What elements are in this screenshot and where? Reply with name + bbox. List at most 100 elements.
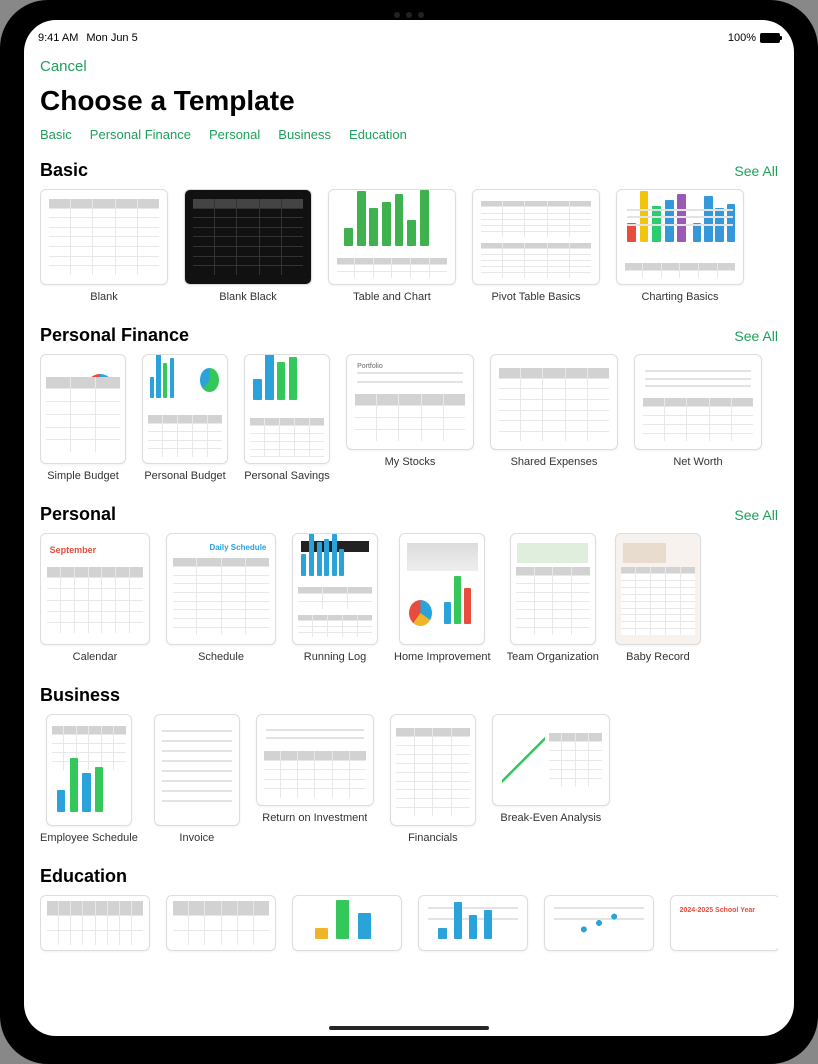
template-label-table-and-chart: Table and Chart (353, 291, 431, 303)
template-gpa-calculator[interactable] (292, 895, 402, 951)
template-thumbnail-employee-schedule[interactable] (46, 714, 132, 826)
template-thumbnail-schedule[interactable]: Daily Schedule (166, 533, 276, 645)
template-net-worth[interactable]: Net Worth (634, 354, 762, 482)
template-baby-record[interactable]: Baby Record (615, 533, 701, 663)
template-employee-schedule[interactable]: Employee Schedule (40, 714, 138, 844)
template-thumbnail-correlation-project[interactable] (544, 895, 654, 951)
screen: 9:41 AM Mon Jun 5 100% Cancel Choose a T… (24, 20, 794, 1036)
template-label-schedule: Schedule (198, 651, 244, 663)
template-label-baby-record: Baby Record (626, 651, 690, 663)
template-thumbnail-net-worth[interactable] (634, 354, 762, 450)
template-label-personal-savings: Personal Savings (244, 470, 330, 482)
template-label-home-improvement: Home Improvement (394, 651, 491, 663)
status-date: Mon Jun 5 (86, 32, 137, 44)
template-thumbnail-gpa-calculator[interactable] (292, 895, 402, 951)
template-thumbnail-break-even-analysis[interactable] (492, 714, 610, 806)
template-thumbnail-financials[interactable] (390, 714, 476, 826)
section-personal: Personal See All September Calendar Daily Sc… (40, 500, 778, 669)
template-label-calendar: Calendar (73, 651, 118, 663)
cancel-button[interactable]: Cancel (40, 52, 87, 81)
template-thumbnail-dice-roll-probability[interactable] (418, 895, 528, 951)
template-school-year[interactable]: 2024-2025 School Year (670, 895, 778, 951)
template-thumbnail-team-organization[interactable] (510, 533, 596, 645)
section-education: Education2024-2025 School Year (40, 862, 778, 957)
template-break-even-analysis[interactable]: Break-Even Analysis (492, 714, 610, 844)
template-thumbnail-shared-expenses[interactable] (490, 354, 618, 450)
section-title-personal: Personal (40, 504, 116, 525)
template-label-personal-budget: Personal Budget (144, 470, 225, 482)
template-label-blank-black: Blank Black (219, 291, 276, 303)
template-thumbnail-personal-savings[interactable] (244, 354, 330, 464)
template-correlation-project[interactable] (544, 895, 654, 951)
template-financials[interactable]: Financials (390, 714, 476, 844)
template-personal-savings[interactable]: Personal Savings (244, 354, 330, 482)
template-invoice[interactable]: Invoice (154, 714, 240, 844)
template-running-log[interactable]: Running Log (292, 533, 378, 663)
template-thumbnail-invoice[interactable] (154, 714, 240, 826)
see-all-personal-finance[interactable]: See All (734, 328, 778, 344)
template-thumbnail-calendar[interactable]: September (40, 533, 150, 645)
template-thumbnail-home-improvement[interactable] (399, 533, 485, 645)
template-label-return-on-investment: Return on Investment (262, 812, 367, 824)
device-camera-bar (369, 10, 449, 20)
template-calendar[interactable]: September Calendar (40, 533, 150, 663)
template-label-employee-schedule: Employee Schedule (40, 832, 138, 844)
template-label-shared-expenses: Shared Expenses (511, 456, 598, 468)
template-label-charting-basics: Charting Basics (641, 291, 718, 303)
page-title: Choose a Template (40, 85, 778, 117)
template-label-blank: Blank (90, 291, 118, 303)
category-link-personal[interactable]: Personal (209, 127, 260, 142)
template-schedule[interactable]: Daily Schedule Schedule (166, 533, 276, 663)
template-team-organization[interactable]: Team Organization (507, 533, 599, 663)
template-personal-budget[interactable]: Personal Budget (142, 354, 228, 482)
category-nav: Basic Personal Finance Personal Business Edu… (40, 127, 778, 142)
category-link-education[interactable]: Education (349, 127, 407, 142)
see-all-personal[interactable]: See All (734, 507, 778, 523)
section-title-personal-finance: Personal Finance (40, 325, 189, 346)
template-thumbnail-return-on-investment[interactable] (256, 714, 374, 806)
template-thumbnail-table-and-chart[interactable] (328, 189, 456, 285)
template-thumbnail-school-year[interactable]: 2024-2025 School Year (670, 895, 778, 951)
template-thumbnail-running-log[interactable] (292, 533, 378, 645)
template-blank[interactable]: Blank (40, 189, 168, 303)
section-title-business: Business (40, 685, 120, 706)
template-thumbnail-charting-basics[interactable] (616, 189, 744, 285)
template-row-education: 2024-2025 School Year (40, 895, 778, 957)
category-link-business[interactable]: Business (278, 127, 331, 142)
template-thumbnail-my-stocks[interactable]: Portfolio (346, 354, 474, 450)
template-return-on-investment[interactable]: Return on Investment (256, 714, 374, 844)
category-link-basic[interactable]: Basic (40, 127, 72, 142)
home-indicator[interactable] (329, 1026, 489, 1030)
template-thumbnail-attendance-sheet[interactable] (40, 895, 150, 951)
template-row-business: Employee Schedule Invoice Return on Invest… (40, 714, 778, 850)
section-business: Business Employee Schedule Invoice Return o… (40, 681, 778, 850)
status-bar: 9:41 AM Mon Jun 5 100% (24, 20, 794, 46)
template-grade-book[interactable] (166, 895, 276, 951)
template-thumbnail-blank[interactable] (40, 189, 168, 285)
template-shared-expenses[interactable]: Shared Expenses (490, 354, 618, 482)
section-personal-finance: Personal Finance See All Simple Budget Pers… (40, 321, 778, 488)
template-attendance-sheet[interactable] (40, 895, 150, 951)
template-thumbnail-simple-budget[interactable] (40, 354, 126, 464)
template-thumbnail-personal-budget[interactable] (142, 354, 228, 464)
template-blank-black[interactable]: Blank Black (184, 189, 312, 303)
template-home-improvement[interactable]: Home Improvement (394, 533, 491, 663)
template-dice-roll-probability[interactable] (418, 895, 528, 951)
template-simple-budget[interactable]: Simple Budget (40, 354, 126, 482)
section-basic: Basic See All Blank Blank Black Table and Ch… (40, 156, 778, 309)
template-thumbnail-blank-black[interactable] (184, 189, 312, 285)
template-thumbnail-baby-record[interactable] (615, 533, 701, 645)
template-row-basic: Blank Blank Black Table and Chart Pivot Tab… (40, 189, 778, 309)
section-title-basic: Basic (40, 160, 88, 181)
template-my-stocks[interactable]: PortfolioMy Stocks (346, 354, 474, 482)
template-label-running-log: Running Log (304, 651, 366, 663)
template-label-net-worth: Net Worth (673, 456, 722, 468)
template-row-personal-finance: Simple Budget Personal Budget Personal Sav… (40, 354, 778, 488)
category-link-personal-finance[interactable]: Personal Finance (90, 127, 191, 142)
template-thumbnail-pivot-table-basics[interactable] (472, 189, 600, 285)
see-all-basic[interactable]: See All (734, 163, 778, 179)
template-pivot-table-basics[interactable]: Pivot Table Basics (472, 189, 600, 303)
template-table-and-chart[interactable]: Table and Chart (328, 189, 456, 303)
template-charting-basics[interactable]: Charting Basics (616, 189, 744, 303)
template-thumbnail-grade-book[interactable] (166, 895, 276, 951)
